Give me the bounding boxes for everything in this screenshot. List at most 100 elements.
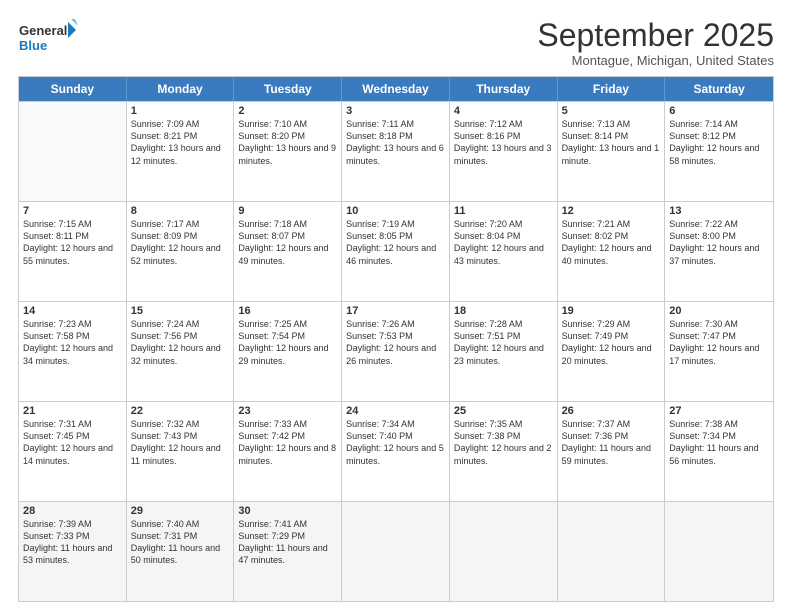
- header-day-wednesday: Wednesday: [342, 77, 450, 101]
- cell-info-line: Sunset: 8:05 PM: [346, 230, 445, 242]
- cell-info-line: Daylight: 11 hours and 50 minutes.: [131, 542, 230, 566]
- calendar-cell: 19Sunrise: 7:29 AMSunset: 7:49 PMDayligh…: [558, 302, 666, 401]
- cell-info-line: Sunset: 8:00 PM: [669, 230, 769, 242]
- calendar-cell: 30Sunrise: 7:41 AMSunset: 7:29 PMDayligh…: [234, 502, 342, 601]
- cell-info-line: Sunrise: 7:10 AM: [238, 118, 337, 130]
- cell-info-line: Sunset: 8:11 PM: [23, 230, 122, 242]
- cell-info-line: Sunrise: 7:41 AM: [238, 518, 337, 530]
- day-number: 24: [346, 405, 445, 417]
- location: Montague, Michigan, United States: [537, 53, 774, 68]
- cell-info-line: Daylight: 13 hours and 3 minutes.: [454, 142, 553, 166]
- cell-info-line: Daylight: 13 hours and 9 minutes.: [238, 142, 337, 166]
- cell-info-line: Daylight: 12 hours and 14 minutes.: [23, 442, 122, 466]
- cell-info-line: Sunset: 7:43 PM: [131, 430, 230, 442]
- day-number: 20: [669, 305, 769, 317]
- day-number: 22: [131, 405, 230, 417]
- cell-info-line: Sunrise: 7:20 AM: [454, 218, 553, 230]
- day-number: 10: [346, 205, 445, 217]
- calendar: SundayMondayTuesdayWednesdayThursdayFrid…: [18, 76, 774, 602]
- calendar-cell: 12Sunrise: 7:21 AMSunset: 8:02 PMDayligh…: [558, 202, 666, 301]
- svg-text:General: General: [19, 23, 67, 38]
- day-number: 27: [669, 405, 769, 417]
- cell-info-line: Sunset: 7:51 PM: [454, 330, 553, 342]
- cell-info-line: Sunrise: 7:35 AM: [454, 418, 553, 430]
- cell-info-line: Daylight: 12 hours and 52 minutes.: [131, 242, 230, 266]
- calendar-week-3: 21Sunrise: 7:31 AMSunset: 7:45 PMDayligh…: [19, 401, 773, 501]
- header: General Blue September 2025 Montague, Mi…: [18, 18, 774, 68]
- day-number: 13: [669, 205, 769, 217]
- calendar-cell: 14Sunrise: 7:23 AMSunset: 7:58 PMDayligh…: [19, 302, 127, 401]
- header-day-sunday: Sunday: [19, 77, 127, 101]
- cell-info-line: Daylight: 13 hours and 1 minute.: [562, 142, 661, 166]
- cell-info-line: Sunset: 7:38 PM: [454, 430, 553, 442]
- cell-info-line: Sunset: 7:47 PM: [669, 330, 769, 342]
- cell-info-line: Sunrise: 7:18 AM: [238, 218, 337, 230]
- day-number: 5: [562, 105, 661, 117]
- logo-svg: General Blue: [18, 18, 78, 58]
- cell-info-line: Sunrise: 7:12 AM: [454, 118, 553, 130]
- calendar-week-2: 14Sunrise: 7:23 AMSunset: 7:58 PMDayligh…: [19, 301, 773, 401]
- cell-info-line: Sunrise: 7:25 AM: [238, 318, 337, 330]
- cell-info-line: Daylight: 12 hours and 58 minutes.: [669, 142, 769, 166]
- cell-info-line: Daylight: 12 hours and 23 minutes.: [454, 342, 553, 366]
- cell-info-line: Daylight: 12 hours and 26 minutes.: [346, 342, 445, 366]
- cell-info-line: Sunset: 8:07 PM: [238, 230, 337, 242]
- cell-info-line: Daylight: 12 hours and 11 minutes.: [131, 442, 230, 466]
- calendar-cell: 8Sunrise: 7:17 AMSunset: 8:09 PMDaylight…: [127, 202, 235, 301]
- calendar-cell: 18Sunrise: 7:28 AMSunset: 7:51 PMDayligh…: [450, 302, 558, 401]
- calendar-cell: 13Sunrise: 7:22 AMSunset: 8:00 PMDayligh…: [665, 202, 773, 301]
- cell-info-line: Sunset: 8:02 PM: [562, 230, 661, 242]
- calendar-cell: 10Sunrise: 7:19 AMSunset: 8:05 PMDayligh…: [342, 202, 450, 301]
- svg-text:Blue: Blue: [19, 38, 47, 53]
- cell-info-line: Sunrise: 7:34 AM: [346, 418, 445, 430]
- cell-info-line: Sunrise: 7:40 AM: [131, 518, 230, 530]
- cell-info-line: Sunset: 8:16 PM: [454, 130, 553, 142]
- calendar-cell: 16Sunrise: 7:25 AMSunset: 7:54 PMDayligh…: [234, 302, 342, 401]
- cell-info-line: Sunrise: 7:11 AM: [346, 118, 445, 130]
- calendar-cell: 27Sunrise: 7:38 AMSunset: 7:34 PMDayligh…: [665, 402, 773, 501]
- day-number: 15: [131, 305, 230, 317]
- cell-info-line: Sunrise: 7:33 AM: [238, 418, 337, 430]
- cell-info-line: Daylight: 12 hours and 43 minutes.: [454, 242, 553, 266]
- day-number: 28: [23, 505, 122, 517]
- header-day-friday: Friday: [558, 77, 666, 101]
- cell-info-line: Sunset: 8:12 PM: [669, 130, 769, 142]
- cell-info-line: Sunrise: 7:30 AM: [669, 318, 769, 330]
- calendar-cell: [450, 502, 558, 601]
- calendar-week-1: 7Sunrise: 7:15 AMSunset: 8:11 PMDaylight…: [19, 201, 773, 301]
- cell-info-line: Sunrise: 7:28 AM: [454, 318, 553, 330]
- cell-info-line: Sunset: 7:54 PM: [238, 330, 337, 342]
- cell-info-line: Sunrise: 7:19 AM: [346, 218, 445, 230]
- calendar-cell: [558, 502, 666, 601]
- day-number: 17: [346, 305, 445, 317]
- calendar-cell: 2Sunrise: 7:10 AMSunset: 8:20 PMDaylight…: [234, 102, 342, 201]
- cell-info-line: Sunrise: 7:32 AM: [131, 418, 230, 430]
- day-number: 4: [454, 105, 553, 117]
- cell-info-line: Sunset: 8:18 PM: [346, 130, 445, 142]
- calendar-cell: 22Sunrise: 7:32 AMSunset: 7:43 PMDayligh…: [127, 402, 235, 501]
- calendar-cell: 20Sunrise: 7:30 AMSunset: 7:47 PMDayligh…: [665, 302, 773, 401]
- cell-info-line: Daylight: 12 hours and 37 minutes.: [669, 242, 769, 266]
- cell-info-line: Daylight: 11 hours and 53 minutes.: [23, 542, 122, 566]
- cell-info-line: Sunset: 7:29 PM: [238, 530, 337, 542]
- cell-info-line: Sunrise: 7:21 AM: [562, 218, 661, 230]
- cell-info-line: Sunrise: 7:22 AM: [669, 218, 769, 230]
- calendar-cell: 3Sunrise: 7:11 AMSunset: 8:18 PMDaylight…: [342, 102, 450, 201]
- header-day-tuesday: Tuesday: [234, 77, 342, 101]
- cell-info-line: Sunset: 7:56 PM: [131, 330, 230, 342]
- calendar-cell: [665, 502, 773, 601]
- calendar-cell: 24Sunrise: 7:34 AMSunset: 7:40 PMDayligh…: [342, 402, 450, 501]
- day-number: 3: [346, 105, 445, 117]
- day-number: 12: [562, 205, 661, 217]
- cell-info-line: Sunrise: 7:31 AM: [23, 418, 122, 430]
- cell-info-line: Daylight: 13 hours and 6 minutes.: [346, 142, 445, 166]
- day-number: 21: [23, 405, 122, 417]
- cell-info-line: Sunrise: 7:26 AM: [346, 318, 445, 330]
- calendar-cell: 29Sunrise: 7:40 AMSunset: 7:31 PMDayligh…: [127, 502, 235, 601]
- day-number: 30: [238, 505, 337, 517]
- day-number: 2: [238, 105, 337, 117]
- day-number: 7: [23, 205, 122, 217]
- cell-info-line: Sunset: 7:36 PM: [562, 430, 661, 442]
- header-day-thursday: Thursday: [450, 77, 558, 101]
- cell-info-line: Daylight: 12 hours and 55 minutes.: [23, 242, 122, 266]
